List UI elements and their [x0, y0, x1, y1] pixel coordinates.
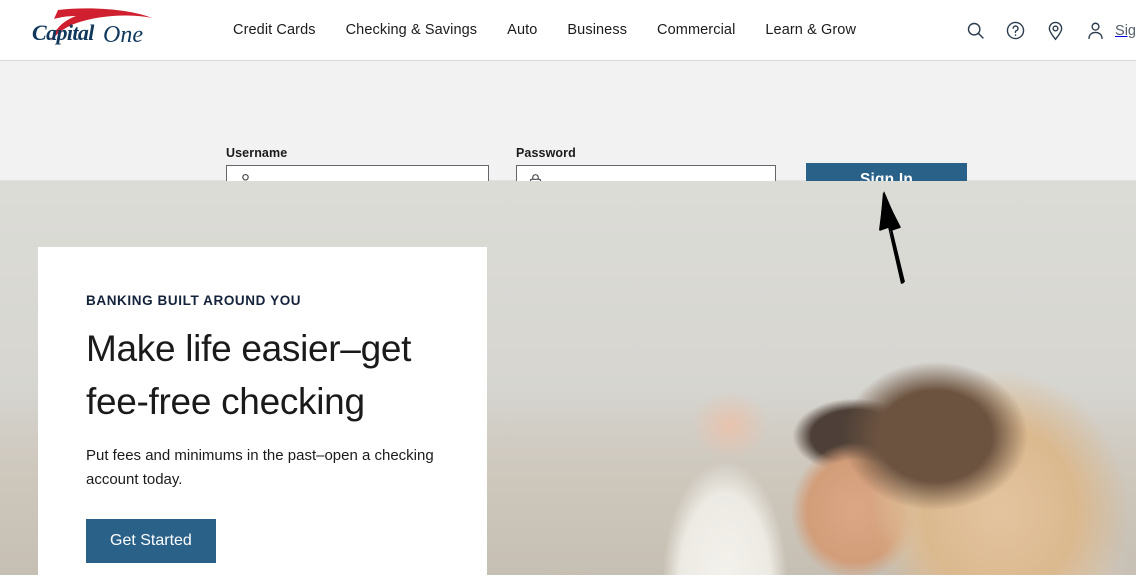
capital-one-logo-mark: Capital One — [32, 8, 152, 48]
hero-card: BANKING BUILT AROUND YOU Make life easie… — [38, 247, 487, 575]
utility-navigation: Sig — [963, 0, 1136, 61]
nav-item-commercial[interactable]: Commercial — [642, 16, 750, 44]
capital-one-logo[interactable]: Capital One — [30, 8, 170, 52]
get-started-button[interactable]: Get Started — [86, 518, 216, 563]
svg-text:Capital: Capital — [32, 20, 95, 45]
search-icon[interactable] — [963, 19, 987, 43]
password-label: Password — [516, 146, 576, 160]
svg-text:One: One — [103, 22, 143, 48]
hero-section: BANKING BUILT AROUND YOU Make life easie… — [0, 181, 1136, 575]
nav-item-auto[interactable]: Auto — [492, 16, 552, 44]
location-pin-icon[interactable] — [1043, 19, 1067, 43]
nav-item-checking-savings[interactable]: Checking & Savings — [331, 16, 493, 44]
hero-title: Make life easier–get fee-free checking — [86, 328, 412, 422]
nav-item-learn-grow[interactable]: Learn & Grow — [750, 16, 871, 44]
username-label: Username — [226, 146, 288, 160]
utility-sign-in-label: Sig — [1115, 22, 1136, 39]
main-navigation: Credit Cards Checking & Savings Auto Bus… — [218, 16, 871, 44]
hero-body-text: Put fees and minimums in the past–open a… — [86, 447, 434, 489]
question-circle-icon[interactable] — [1003, 19, 1027, 43]
login-bar: Username Password Sign In — [0, 61, 1136, 284]
nav-item-business[interactable]: Business — [552, 16, 642, 44]
person-icon — [1083, 19, 1107, 43]
utility-sign-in-link[interactable]: Sig — [1083, 19, 1136, 43]
hero-eyebrow: BANKING BUILT AROUND YOU — [86, 293, 302, 308]
site-header: Capital One Credit Cards Checking & Savi… — [0, 0, 1136, 61]
nav-item-credit-cards[interactable]: Credit Cards — [218, 16, 331, 44]
